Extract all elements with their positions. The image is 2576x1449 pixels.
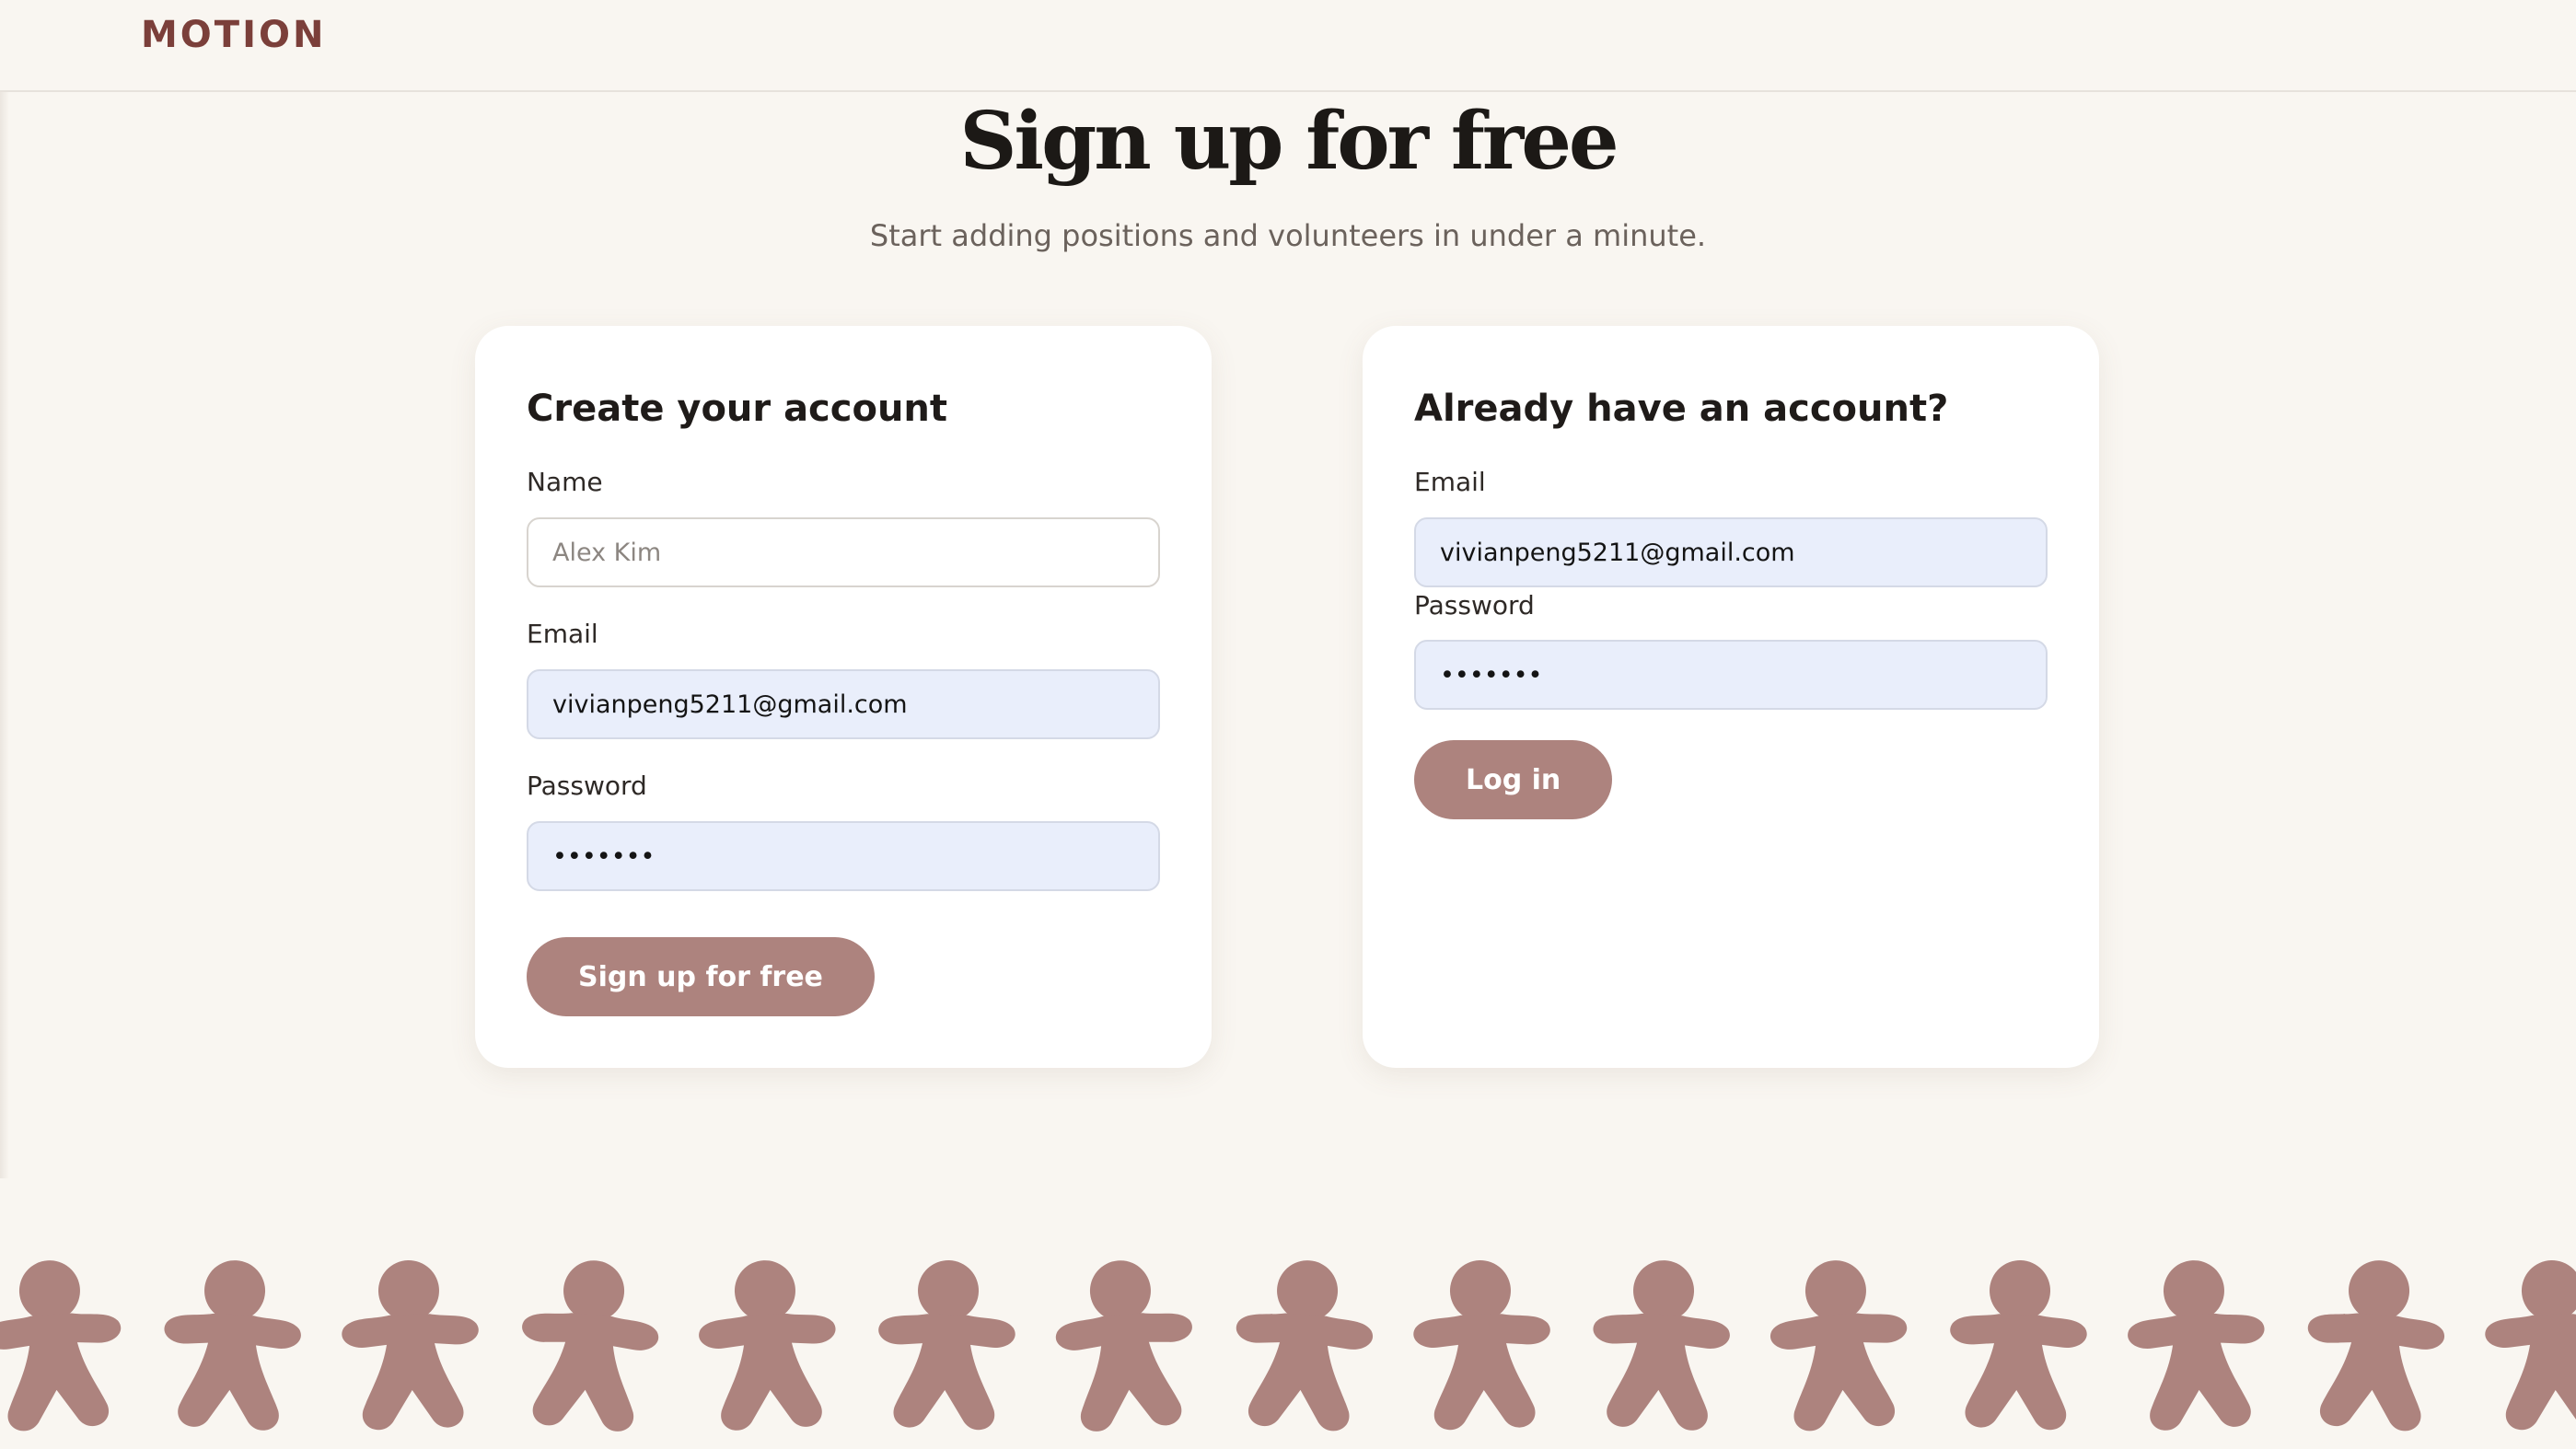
gingerbread-figure-icon xyxy=(1236,1260,1373,1432)
gingerbread-figure-icon xyxy=(342,1260,479,1431)
signup-button[interactable]: Sign up for free xyxy=(527,937,875,1016)
gingerbread-figures xyxy=(0,1260,2576,1432)
login-card-title: Already have an account? xyxy=(1414,388,1949,430)
signup-card: Create your account Name Email Password … xyxy=(475,326,1212,1068)
gingerbread-figure-icon xyxy=(1055,1260,1192,1432)
name-input[interactable] xyxy=(527,517,1160,587)
name-label: Name xyxy=(527,467,603,497)
gingerbread-figure-icon xyxy=(2485,1260,2576,1431)
signup-card-title: Create your account xyxy=(527,388,948,430)
login-card: Already have an account? Email Password … xyxy=(1363,326,2099,1068)
signup-password-input[interactable] xyxy=(527,821,1160,891)
gingerbread-figure-icon xyxy=(878,1260,1015,1431)
login-email-label: Email xyxy=(1414,467,1486,497)
login-button[interactable]: Log in xyxy=(1414,740,1613,819)
signup-email-input[interactable] xyxy=(527,669,1160,739)
gingerbread-figure-icon xyxy=(1950,1260,2087,1431)
gingerbread-figure-icon xyxy=(164,1260,301,1431)
page-title: Sign up for free xyxy=(959,95,1619,188)
gingerbread-figure-icon xyxy=(699,1260,836,1431)
gingerbread-figure-icon xyxy=(1593,1260,1730,1431)
gingerbread-figure-icon xyxy=(522,1260,659,1432)
gingerbread-figure-icon xyxy=(1770,1260,1908,1432)
login-email-input[interactable] xyxy=(1414,517,2048,587)
top-nav: MOTION xyxy=(0,0,2576,92)
signup-password-label: Password xyxy=(527,771,647,801)
gingerbread-figure-icon xyxy=(2307,1260,2444,1432)
login-password-input[interactable] xyxy=(1414,640,2048,710)
gingerbread-figure-icon xyxy=(2128,1260,2265,1431)
gingerbread-figure-icon xyxy=(0,1260,122,1432)
gingerbread-figure-icon xyxy=(1413,1260,1550,1431)
decorative-figures-row xyxy=(0,1252,2576,1449)
page-subtitle: Start adding positions and volunteers in… xyxy=(869,218,1707,253)
brand-logo[interactable]: MOTION xyxy=(141,13,326,57)
signup-email-label: Email xyxy=(527,619,598,649)
login-password-label: Password xyxy=(1414,590,1535,620)
